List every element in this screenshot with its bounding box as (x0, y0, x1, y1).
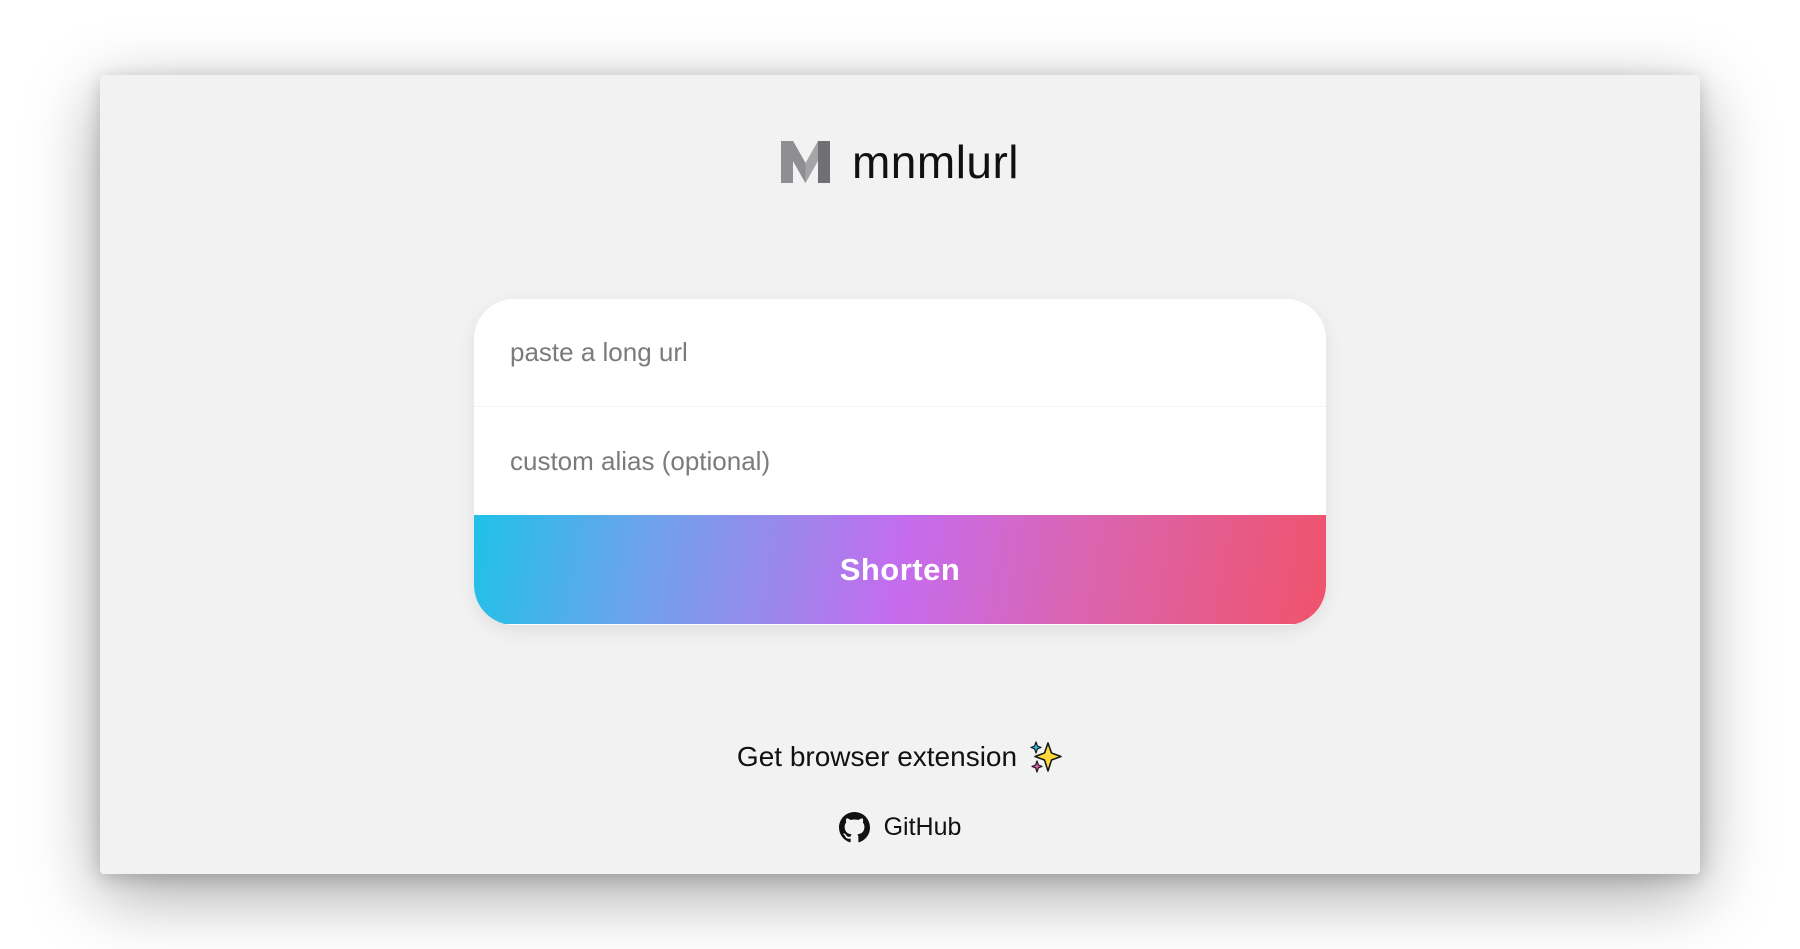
sparkles-icon (1030, 741, 1062, 773)
shorten-form: Shorten (474, 299, 1326, 625)
github-label: GitHub (883, 813, 962, 841)
browser-extension-link[interactable]: Get browser extension (100, 740, 1700, 774)
github-link[interactable]: GitHub (100, 812, 1700, 843)
long-url-input[interactable] (474, 299, 1326, 407)
brand-header: mnmlurl (100, 135, 1700, 189)
browser-extension-label: Get browser extension (736, 741, 1018, 772)
app-window: mnmlurl Shorten Get browser extension Gi… (100, 75, 1700, 874)
m-logo-icon (780, 141, 830, 183)
custom-alias-input[interactable] (474, 407, 1326, 515)
app-title: mnmlurl (851, 136, 1020, 188)
shorten-button[interactable]: Shorten (474, 515, 1326, 624)
github-icon (838, 812, 870, 843)
